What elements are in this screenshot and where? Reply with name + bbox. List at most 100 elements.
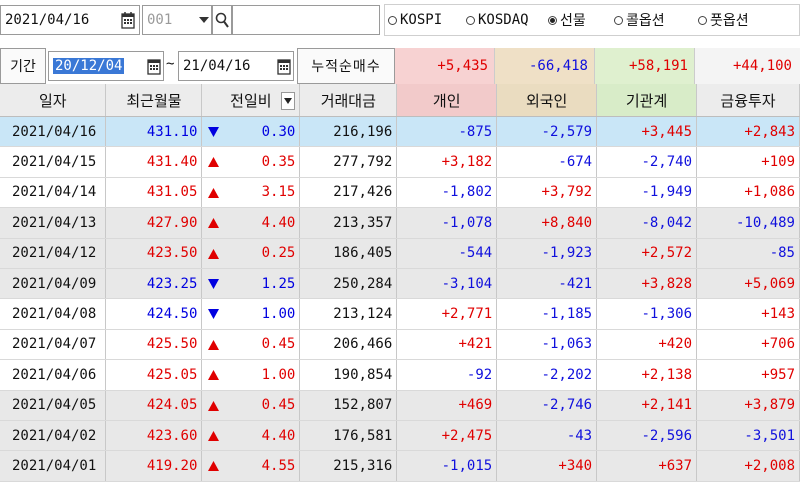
cell-change: 4.55 [201, 450, 301, 482]
cell-foreign: -1,185 [496, 298, 598, 330]
table-row[interactable]: 2021/04/05 424.05 0.45 152,807 +469 -2,746 +2,… [0, 390, 800, 421]
cell-individual: +469 [396, 390, 498, 421]
cell-change: 4.40 [201, 420, 301, 452]
cell-individual: -544 [396, 238, 498, 269]
cell-date: 2021/04/06 [0, 359, 107, 391]
cell-foreign: +340 [496, 450, 598, 482]
header-change-label: 전일비 [230, 91, 272, 110]
arrow-up-icon [208, 155, 220, 171]
header-institution[interactable]: 기관계 [596, 84, 698, 117]
radio-dot [388, 15, 397, 25]
cell-volume: 216,196 [299, 116, 398, 148]
period-bar: 기간 20/12/04 ~ 21/04/16 누적순매수 +5,435 -66,… [0, 48, 800, 84]
cell-institution: -1,949 [596, 177, 698, 209]
cell-institution: +3,828 [596, 268, 698, 300]
cell-price: 424.50 [105, 298, 203, 330]
radio-call-option[interactable]: 콜옵션 [614, 8, 665, 32]
cell-volume: 213,357 [299, 207, 398, 239]
radio-put-option[interactable]: 풋옵션 [698, 8, 749, 32]
cell-financial: -10,489 [696, 207, 800, 239]
table-row[interactable]: 2021/04/13 427.90 4.40 213,357 -1,078 +8,840-… [0, 207, 800, 239]
table-row[interactable]: 2021/04/09 423.25 1.25 250,284 -3,104 -421 +3,… [0, 268, 800, 300]
cell-individual: -1,015 [396, 450, 498, 482]
cell-volume: 277,792 [299, 146, 398, 178]
radio-label: 선물 [560, 13, 586, 29]
header-date[interactable]: 일자 [0, 84, 107, 117]
cell-change-value: 0.45 [261, 336, 296, 353]
cell-date: 2021/04/07 [0, 329, 107, 361]
header-recent-month[interactable]: 최근월물 [105, 84, 203, 117]
cell-financial: +2,008 [696, 450, 800, 482]
radio-kosdaq[interactable]: KOSDAQ [466, 8, 529, 32]
cell-change-value: 4.55 [261, 457, 296, 474]
table-row[interactable]: 2021/04/12 423.50 0.25 186,405 -544 -1,923 +2,… [0, 238, 800, 269]
chevron-down-icon[interactable] [281, 92, 296, 110]
cell-change: 3.15 [201, 177, 301, 209]
header-foreign[interactable]: 외국인 [496, 84, 598, 117]
table-row[interactable]: 2021/04/06 425.05 1.00 190,854 -92 -2,202 +2,1… [0, 359, 800, 391]
arrow-up-icon [208, 186, 220, 202]
total-institution: +58,191 [595, 48, 695, 84]
cell-institution: -2,596 [596, 420, 698, 452]
table-row[interactable]: 2021/04/07 425.50 0.45 206,466 +421 -1,063 +42… [0, 329, 800, 361]
period-tilde: ~ [166, 56, 175, 72]
header-change[interactable]: 전일비 [201, 84, 301, 117]
cell-change: 4.40 [201, 207, 301, 239]
cell-change-value: 0.25 [261, 245, 296, 262]
cell-volume: 217,426 [299, 177, 398, 209]
cell-price: 425.05 [105, 359, 203, 391]
search-input[interactable] [232, 5, 380, 35]
cell-change: 0.45 [201, 329, 301, 361]
calendar-icon[interactable] [118, 5, 138, 35]
cell-price: 423.25 [105, 268, 203, 300]
cell-volume: 206,466 [299, 329, 398, 361]
cell-individual: +2,475 [396, 420, 498, 452]
radio-label: 콜옵션 [626, 13, 665, 29]
cell-date: 2021/04/05 [0, 390, 107, 421]
table-row[interactable]: 2021/04/08 424.50 1.00 213,124 +2,771 -1,185-… [0, 298, 800, 330]
arrow-up-icon [208, 399, 220, 415]
cell-financial: +1,086 [696, 177, 800, 209]
table-row[interactable]: 2021/04/01 419.20 4.55 215,316 -1,015 +340 +63… [0, 450, 800, 482]
calendar-icon[interactable] [144, 51, 164, 81]
cell-institution: +420 [596, 329, 698, 361]
radio-label: KOSDAQ [478, 12, 529, 28]
search-icon[interactable] [212, 5, 232, 35]
chevron-down-icon[interactable] [197, 5, 211, 35]
header-individual[interactable]: 개인 [396, 84, 498, 117]
table-row[interactable]: 2021/04/15 431.40 0.35 277,792 +3,182 -674 -2,… [0, 146, 800, 178]
header-financial[interactable]: 금융투자 [696, 84, 800, 117]
cell-change-value: 3.15 [261, 184, 296, 201]
cell-foreign: +3,792 [496, 177, 598, 209]
cell-individual: -1,802 [396, 177, 498, 209]
cell-individual: +2,771 [396, 298, 498, 330]
cell-individual: -875 [396, 116, 498, 148]
cell-foreign: -43 [496, 420, 598, 452]
table-header-row: 일자 최근월물 전일비 거래대금 개인 외국인 기관계 금융투자 [0, 84, 800, 117]
cell-date: 2021/04/02 [0, 420, 107, 452]
cell-foreign: -1,063 [496, 329, 598, 361]
cell-financial: -3,501 [696, 420, 800, 452]
cell-change-value: 0.45 [261, 397, 296, 414]
cell-volume: 190,854 [299, 359, 398, 391]
calendar-icon[interactable] [274, 51, 294, 81]
radio-futures[interactable]: 선물 [548, 8, 586, 32]
cell-change: 0.30 [201, 116, 301, 148]
total-foreign: -66,418 [495, 48, 595, 84]
table-row[interactable]: 2021/04/14 431.05 3.15 217,426 -1,802 +3,792-… [0, 177, 800, 209]
cell-financial: +3,879 [696, 390, 800, 421]
cell-date: 2021/04/09 [0, 268, 107, 300]
cell-financial: +5,069 [696, 268, 800, 300]
table-row[interactable]: 2021/04/02 423.60 4.40 176,581 +2,475 -43 -2,5… [0, 420, 800, 452]
code-value: 001 [147, 12, 173, 28]
table-row[interactable]: 2021/04/16 431.10 0.30 216,196 -875 -2,579 +3,… [0, 116, 800, 148]
cell-volume: 213,124 [299, 298, 398, 330]
arrow-up-icon [208, 459, 220, 475]
radio-kospi[interactable]: KOSPI [388, 8, 442, 32]
cell-foreign: -1,923 [496, 238, 598, 269]
cell-volume: 250,284 [299, 268, 398, 300]
arrow-up-icon [208, 429, 220, 445]
cell-institution: -1,306 [596, 298, 698, 330]
radio-dot [698, 15, 707, 25]
header-volume[interactable]: 거래대금 [299, 84, 398, 117]
